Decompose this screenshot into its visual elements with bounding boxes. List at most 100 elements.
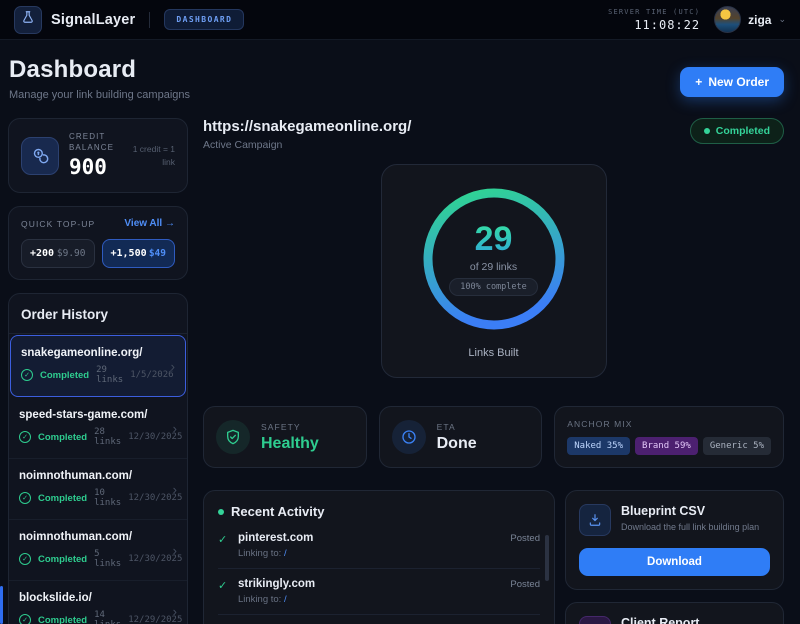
client-report-title: Client Report xyxy=(621,616,699,624)
check-icon: ✓ xyxy=(218,532,238,559)
activity-linking: Linking to: / xyxy=(238,594,510,605)
anchor-mix-label: ANCHOR MIX xyxy=(567,419,771,429)
order-status: Completed xyxy=(38,615,87,624)
order-status: Completed xyxy=(38,554,87,565)
new-order-button[interactable]: + New Order xyxy=(680,67,784,97)
activity-path: / xyxy=(284,594,287,605)
campaign-header: https://snakegameonline.org/ Active Camp… xyxy=(203,118,784,151)
clock-icon xyxy=(392,420,426,454)
new-order-label: New Order xyxy=(708,75,769,89)
credit-balance-label: CREDIT BALANCE xyxy=(69,132,121,154)
order-status: Completed xyxy=(38,493,87,504)
divider xyxy=(149,12,150,28)
downloads-column: Blueprint CSV Download the full link bui… xyxy=(565,490,784,624)
activity-scrollbar[interactable] xyxy=(545,535,549,581)
credit-balance-value: 900 xyxy=(69,155,121,179)
top-bar: SignalLayer DASHBOARD SERVER TIME (UTC) … xyxy=(0,0,800,40)
anchor-pill: Naked 35% xyxy=(567,437,630,455)
document-icon xyxy=(579,616,611,624)
shield-check-icon xyxy=(216,420,250,454)
quick-topup-label: QUICK TOP-UP xyxy=(21,219,95,229)
page-scrollbar[interactable] xyxy=(0,586,3,624)
credit-note: 1 credit = 1 link xyxy=(131,143,175,169)
activity-path: / xyxy=(284,548,287,559)
recent-activity-title: Recent Activity xyxy=(231,504,324,519)
order-history-item[interactable]: speed-stars-game.com/✓Completed28 links1… xyxy=(9,398,187,459)
avatar xyxy=(714,6,741,33)
order-domain: snakegameonline.org/ xyxy=(21,347,167,359)
order-links-count: 14 links xyxy=(94,610,121,624)
order-domain: noimnothuman.com/ xyxy=(19,531,169,543)
flask-icon xyxy=(21,10,35,29)
nav-dashboard-badge[interactable]: DASHBOARD xyxy=(164,9,244,30)
order-domain: blockslide.io/ xyxy=(19,592,169,604)
chevron-right-icon: › xyxy=(173,543,177,558)
chevron-down-icon: ⌄ xyxy=(778,14,786,25)
activity-status: Posted xyxy=(510,532,540,559)
blueprint-subtitle: Download the full link building plan xyxy=(621,522,759,532)
check-icon: ✓ xyxy=(218,578,238,605)
sidebar: CREDIT BALANCE 900 1 credit = 1 link QUI… xyxy=(8,118,188,624)
links-built-count: 29 xyxy=(475,222,513,256)
campaign-url: https://snakegameonline.org/ xyxy=(203,118,411,135)
order-history-item[interactable]: noimnothuman.com/✓Completed10 links12/30… xyxy=(9,459,187,520)
stats-row: SAFETY Healthy ETA Done ANCHOR MIX Naked… xyxy=(203,406,784,468)
client-report-card: Client Report xyxy=(565,602,784,624)
chevron-right-icon: › xyxy=(173,604,177,619)
order-history-item[interactable]: noimnothuman.com/✓Completed5 links12/30/… xyxy=(9,520,187,581)
order-date: 1/5/2026 xyxy=(130,370,173,380)
chevron-right-icon: › xyxy=(173,421,177,436)
order-links-count: 28 links xyxy=(94,427,121,447)
topup-credits: +1,500 xyxy=(111,248,147,259)
server-time: SERVER TIME (UTC) 11:08:22 xyxy=(608,8,700,32)
eta-value: Done xyxy=(437,435,477,453)
eta-card: ETA Done xyxy=(379,406,543,468)
bottom-row: Recent Activity ✓pinterest.comLinking to… xyxy=(203,490,784,624)
server-time-value: 11:08:22 xyxy=(608,18,700,32)
topup-option-button[interactable]: +1,500$49 xyxy=(102,239,176,268)
order-history-title: Order History xyxy=(9,294,187,334)
anchor-pill: Generic 5% xyxy=(703,437,771,455)
safety-value: Healthy xyxy=(261,435,319,453)
campaign-label: Active Campaign xyxy=(203,139,411,151)
activity-item: ✓strikingly.comLinking to: /Posted xyxy=(218,569,540,615)
activity-site: strikingly.com xyxy=(238,578,510,590)
topup-option-button[interactable]: +200$9.90 xyxy=(21,239,95,268)
status-dot-icon xyxy=(704,128,710,134)
brand-name: SignalLayer xyxy=(51,12,135,28)
safety-label: SAFETY xyxy=(261,422,319,432)
chevron-right-icon: › xyxy=(173,482,177,497)
order-history-item[interactable]: snakegameonline.org/✓Completed29 links1/… xyxy=(10,335,186,397)
page-subtitle: Manage your link building campaigns xyxy=(9,89,784,101)
activity-linking: Linking to: / xyxy=(238,548,510,559)
check-circle-icon: ✓ xyxy=(19,431,31,443)
anchor-mix-card: ANCHOR MIX Naked 35%Brand 59%Generic 5% xyxy=(554,406,784,468)
order-history-item[interactable]: blockslide.io/✓Completed14 links12/29/20… xyxy=(9,581,187,624)
user-menu[interactable]: ziga ⌄ xyxy=(714,6,786,33)
check-circle-icon: ✓ xyxy=(19,614,31,624)
recent-activity-card: Recent Activity ✓pinterest.comLinking to… xyxy=(203,490,555,624)
order-history-list: snakegameonline.org/✓Completed29 links1/… xyxy=(9,335,187,624)
anchor-mix-pills: Naked 35%Brand 59%Generic 5% xyxy=(567,437,771,455)
links-built-caption: Links Built xyxy=(382,347,606,359)
percent-complete-badge: 100% complete xyxy=(449,278,538,296)
activity-item: ✓kaggle.comLinking to: /Posted xyxy=(218,615,540,624)
logo xyxy=(14,6,42,34)
check-circle-icon: ✓ xyxy=(19,492,31,504)
blueprint-title: Blueprint CSV xyxy=(621,504,759,518)
topup-price: $9.90 xyxy=(57,248,86,259)
download-button[interactable]: Download xyxy=(579,548,770,576)
topup-options: +200$9.90+1,500$49 xyxy=(21,239,175,268)
topup-price: $49 xyxy=(149,248,166,259)
links-total-label: of 29 links xyxy=(470,261,517,273)
main-content: https://snakegameonline.org/ Active Camp… xyxy=(203,118,784,624)
order-domain: noimnothuman.com/ xyxy=(19,470,169,482)
activity-list: ✓pinterest.comLinking to: /Posted✓striki… xyxy=(218,523,540,624)
activity-dot-icon xyxy=(218,509,224,515)
view-all-link[interactable]: View All → xyxy=(124,218,175,229)
server-time-label: SERVER TIME (UTC) xyxy=(608,8,700,16)
progress-card: 29 of 29 links 100% complete Links Built xyxy=(381,164,607,378)
chevron-right-icon: › xyxy=(171,359,175,374)
topup-credits: +200 xyxy=(30,248,54,259)
page-header: Dashboard Manage your link building camp… xyxy=(9,56,784,101)
